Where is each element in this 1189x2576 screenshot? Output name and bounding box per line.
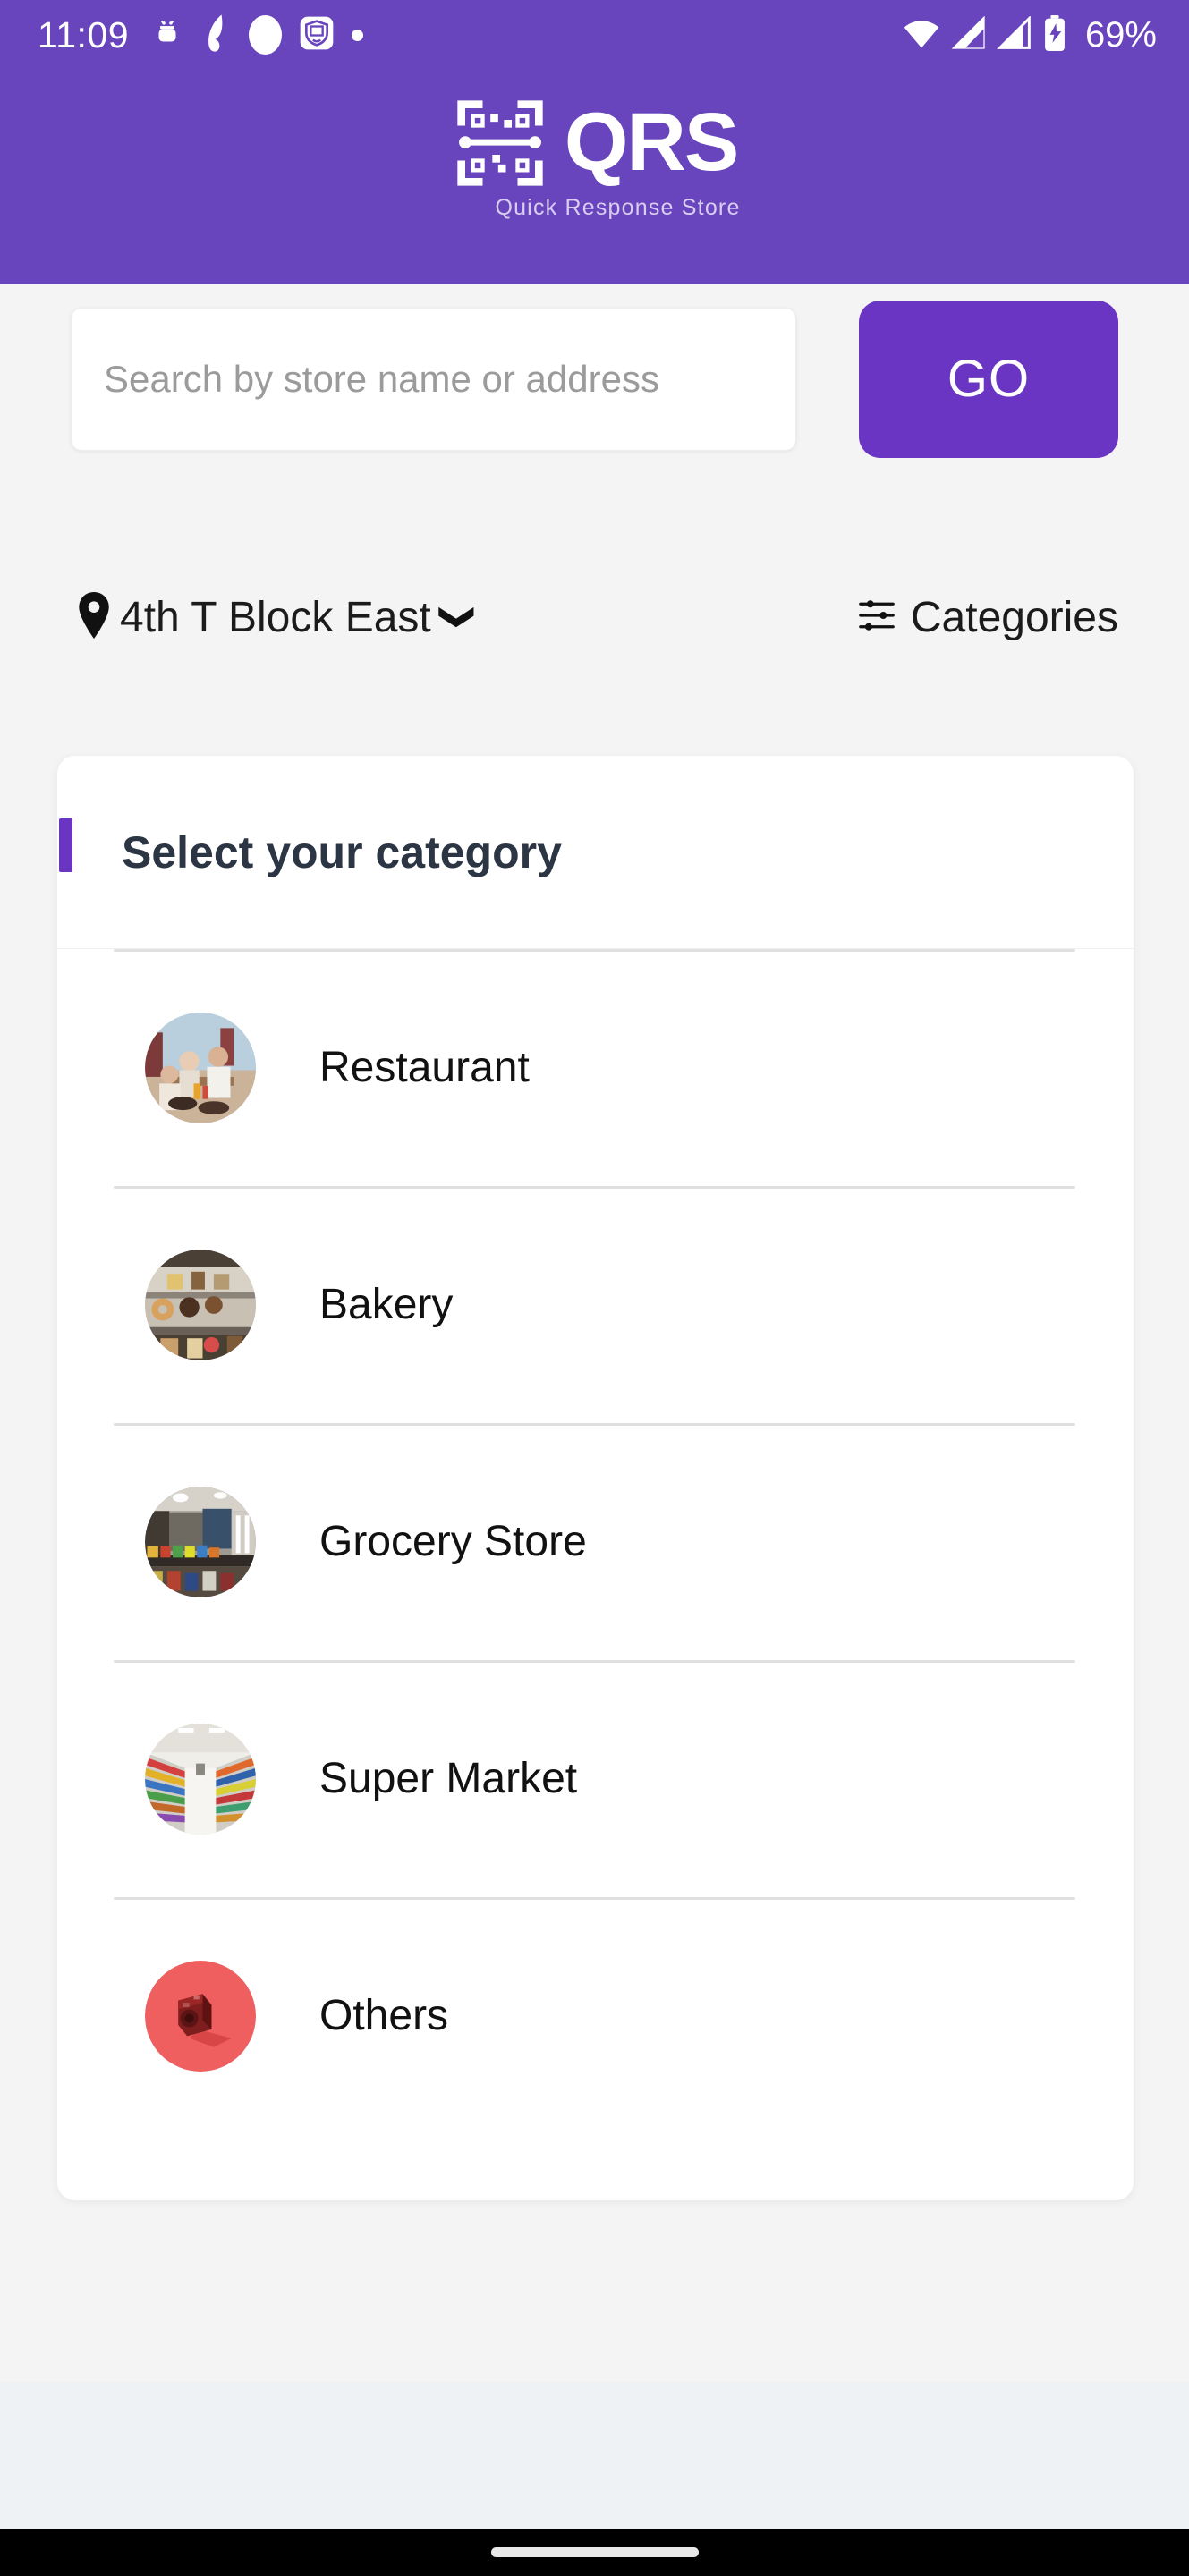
status-bar-system-icons: 69% [902,14,1157,55]
bakery-photo-thumb [145,1249,256,1360]
battery-charging-icon [1042,14,1067,55]
row-divider [114,949,1075,952]
super-market-photo-thumb [145,1723,256,1835]
list-item[interactable]: Super Market [57,1660,1134,1897]
map-pin-icon [77,591,111,643]
signal-bars-icon-2 [997,14,1032,55]
home-indicator-pill[interactable] [490,2547,699,2557]
list-item[interactable]: Restaurant [57,949,1134,1186]
accent-bar [59,818,72,872]
brand-logo: QRS [452,97,739,190]
qr-code-icon [452,97,548,190]
category-card: Select your category Restaurant Bakery G… [57,756,1134,2200]
grocery-store-photo-thumb [145,1486,256,1597]
status-bar-notification-icons [150,13,364,57]
category-card-header: Select your category [57,756,1134,949]
search-bar-container: GO [0,284,1189,474]
list-item[interactable]: Grocery Store [57,1423,1134,1660]
categories-label: Categories [910,593,1118,641]
signal-bars-icon-1 [951,15,987,55]
others-red-camera-thumb [145,1960,256,2072]
list-item-label: Restaurant [319,1044,530,1091]
location-label: 4th T Block East [120,593,431,641]
app-header: QRS Quick Response Store [0,70,1189,284]
category-card-title: Select your category [122,826,562,877]
battery-percentage-label: 69% [1084,15,1157,55]
restaurant-photo-thumb [145,1012,256,1123]
list-item-label: Super Market [319,1755,578,1802]
android-debug-icon [150,16,184,55]
chevron-down-icon[interactable]: ❯ [439,603,477,631]
list-item-label: Grocery Store [319,1518,587,1565]
app-swirl-icon [201,13,232,57]
more-notifications-dot-icon [352,29,364,41]
page-footer-band [0,2382,1189,2529]
search-box[interactable] [71,307,796,451]
go-button[interactable]: GO [859,300,1118,458]
search-input[interactable] [104,357,763,401]
location-selector[interactable]: 4th T Block East ❯ [77,591,477,643]
list-item[interactable]: Others [57,1897,1134,2134]
brand-tagline: Quick Response Store [495,195,741,220]
status-bar: 11:09 69% [0,0,1189,70]
list-item[interactable]: Bakery [57,1186,1134,1423]
row-divider [114,1897,1075,1900]
filter-sliders-icon [857,597,896,638]
wifi-icon [902,16,941,55]
list-item-label: Bakery [319,1281,454,1328]
location-and-filter-row: 4th T Block East ❯ Categories [0,555,1189,680]
status-bar-clock: 11:09 [38,13,130,55]
list-item-label: Others [319,1992,449,2039]
system-navigation-bar [0,2529,1189,2576]
row-divider [114,1660,1075,1663]
categories-button[interactable]: Categories [857,593,1118,642]
row-divider [114,1423,1075,1426]
category-list: Restaurant Bakery Grocery Store Super Ma… [57,949,1134,2134]
row-divider [114,1186,1075,1189]
app-screen: 11:09 69% QRS Quick Response Store Searc… [0,0,1189,2576]
shield-app-icon [299,14,335,56]
circle-notification-icon [249,15,283,55]
brand-name: QRS [564,97,739,189]
